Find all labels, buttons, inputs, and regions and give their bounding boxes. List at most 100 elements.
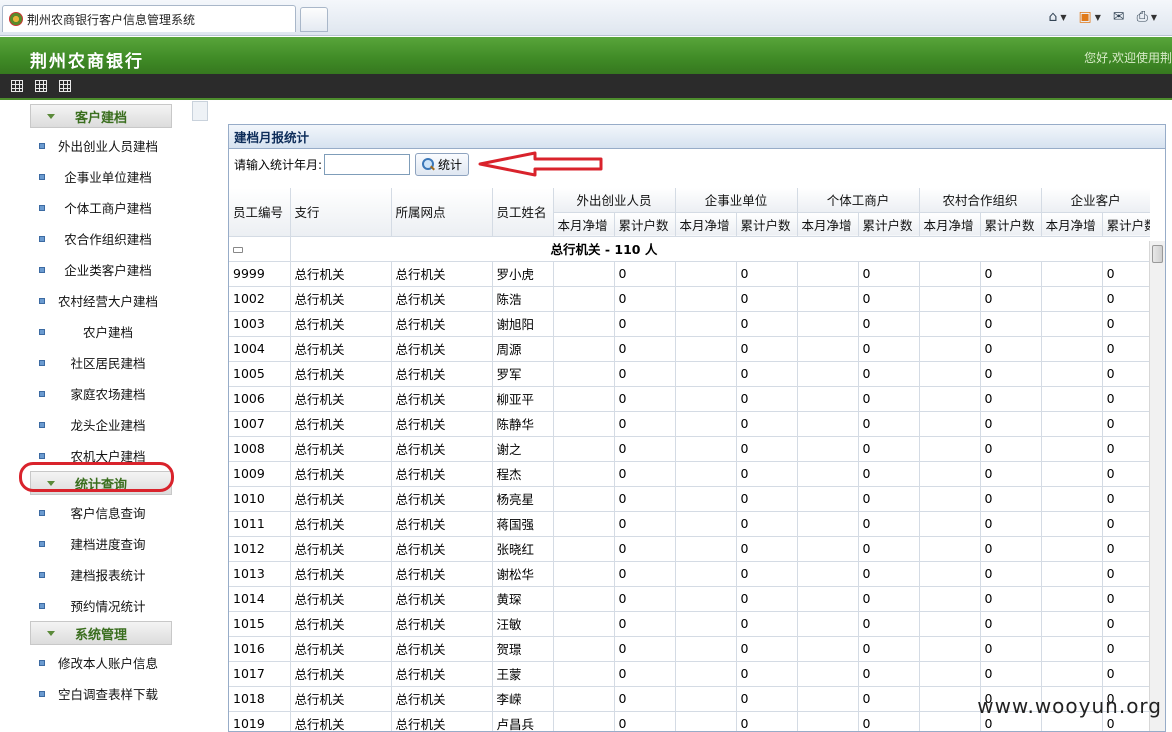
table-cell <box>919 461 981 487</box>
table-cell: 0 <box>1102 336 1150 362</box>
sidebar-menu-item[interactable]: 外出创业人员建档 <box>30 130 172 161</box>
table-cell <box>553 511 615 537</box>
table-row[interactable]: 1010 总行机关 总行机关 杨亮星 0 0 0 0 0 <box>229 486 1150 512</box>
table-cell <box>919 636 981 662</box>
year-month-input[interactable] <box>324 153 411 175</box>
feeds-button[interactable]: ▣ ▼ <box>1076 7 1104 27</box>
table-cell <box>675 561 737 587</box>
col-sub-header[interactable]: 本月净增 <box>919 212 981 237</box>
site-favicon-icon <box>9 12 23 26</box>
mail-button[interactable]: ✉ <box>1110 7 1128 27</box>
table-row[interactable]: 1009 总行机关 总行机关 程杰 0 0 0 0 0 <box>229 461 1150 487</box>
table-row[interactable]: 1012 总行机关 总行机关 张晓红 0 0 0 0 0 <box>229 536 1150 562</box>
col-sub-header[interactable]: 累计户数 <box>736 212 798 237</box>
table-row[interactable]: 1016 总行机关 总行机关 贺璟 0 0 0 0 0 <box>229 636 1150 662</box>
col-header-emp-id[interactable]: 员工编号 <box>229 188 291 237</box>
table-row[interactable]: 9999 总行机关 总行机关 罗小虎 0 0 0 0 0 <box>229 261 1150 287</box>
scrollbar-thumb[interactable] <box>1152 245 1163 263</box>
table-cell <box>1041 311 1103 337</box>
table-cell: 0 <box>736 561 798 587</box>
home-button[interactable]: ⌂ ▼ <box>1045 7 1069 27</box>
table-cell: 谢之 <box>492 436 554 462</box>
table-row[interactable]: 1003 总行机关 总行机关 谢旭阳 0 0 0 0 0 <box>229 311 1150 337</box>
col-sub-header[interactable]: 本月净增 <box>553 212 615 237</box>
sidebar-item-label: 企事业单位建档 <box>64 170 152 185</box>
sidebar-menu-item[interactable]: 企事业单位建档 <box>30 161 172 192</box>
col-sub-header[interactable]: 累计户数 <box>858 212 920 237</box>
table-cell <box>797 536 859 562</box>
table-cell: 总行机关 <box>391 611 493 637</box>
table-cell <box>553 686 615 712</box>
sidebar-menu-item[interactable]: 修改本人账户信息 <box>30 647 172 678</box>
sidebar-menu-item[interactable]: 农村经营大户建档 <box>30 285 172 316</box>
col-sub-header[interactable]: 本月净增 <box>675 212 737 237</box>
col-sub-header[interactable]: 累计户数 <box>1102 212 1150 237</box>
table-cell: 0 <box>980 536 1042 562</box>
table-cell <box>919 561 981 587</box>
col-header-branch[interactable]: 支行 <box>290 188 392 237</box>
sidebar-menu-item[interactable]: 客户信息查询 <box>30 497 172 528</box>
vertical-scrollbar[interactable] <box>1149 241 1165 731</box>
sidebar-menu-item[interactable]: 空白调查表样下载 <box>30 678 172 709</box>
print-button[interactable]: ⎙ ▼ <box>1134 7 1160 27</box>
table-row[interactable]: 1004 总行机关 总行机关 周源 0 0 0 0 0 <box>229 336 1150 362</box>
table-cell <box>797 311 859 337</box>
table-cell <box>1041 511 1103 537</box>
table-cell: 0 <box>980 336 1042 362</box>
browser-tab[interactable]: 荆州农商银行客户信息管理系统 <box>2 5 296 32</box>
table-cell: 陈静华 <box>492 411 554 437</box>
sidebar-menu-item[interactable]: 农户建档 <box>30 316 172 347</box>
table-row[interactable]: 1006 总行机关 总行机关 柳亚平 0 0 0 0 0 <box>229 386 1150 412</box>
table-cell: 0 <box>1102 486 1150 512</box>
sidebar-menu-item[interactable]: 龙头企业建档 <box>30 409 172 440</box>
sidebar-menu-item[interactable]: 农合作组织建档 <box>30 223 172 254</box>
table-cell: 0 <box>1102 611 1150 637</box>
chevron-down-icon: ▼ <box>1150 12 1157 22</box>
sidebar-menu-item[interactable]: 社区居民建档 <box>30 347 172 378</box>
col-sub-header[interactable]: 本月净增 <box>797 212 859 237</box>
sidebar-menu-item[interactable]: 建档报表统计 <box>30 559 172 590</box>
table-row[interactable]: 1015 总行机关 总行机关 汪敏 0 0 0 0 0 <box>229 611 1150 637</box>
table-row[interactable]: 1014 总行机关 总行机关 黄琛 0 0 0 0 0 <box>229 586 1150 612</box>
sidebar-section-header[interactable]: 系统管理 <box>30 621 172 645</box>
new-tab-button[interactable] <box>300 7 328 32</box>
col-header-name[interactable]: 员工姓名 <box>492 188 554 237</box>
table-row[interactable]: 1008 总行机关 总行机关 谢之 0 0 0 0 0 <box>229 436 1150 462</box>
table-cell <box>675 336 737 362</box>
table-cell: 1017 <box>229 661 291 687</box>
stat-button[interactable]: 统计 <box>415 152 470 176</box>
group-row[interactable]: 总行机关 - 110 人 <box>229 236 1150 262</box>
sidebar-menu-item[interactable]: 企业类客户建档 <box>30 254 172 285</box>
sidebar-menu-item[interactable]: 建档进度查询 <box>30 528 172 559</box>
sidebar-section-header[interactable]: 客户建档 <box>30 104 172 128</box>
col-sub-header[interactable]: 本月净增 <box>1041 212 1103 237</box>
sidebar-menu-item[interactable]: 个体工商户建档 <box>30 192 172 223</box>
group-toggle-cell[interactable] <box>229 236 291 262</box>
table-cell: 1002 <box>229 286 291 312</box>
grid-icon[interactable] <box>11 80 23 92</box>
grid-icon[interactable] <box>59 80 71 92</box>
table-cell: 0 <box>1102 586 1150 612</box>
table-cell: 0 <box>614 286 676 312</box>
table-cell <box>1041 411 1103 437</box>
col-header-outlet[interactable]: 所属网点 <box>391 188 493 237</box>
table-cell <box>553 536 615 562</box>
sidebar-menu-item[interactable]: 预约情况统计 <box>30 590 172 621</box>
sidebar-splitter[interactable] <box>192 101 208 121</box>
table-cell: 0 <box>614 511 676 537</box>
table-cell: 0 <box>1102 561 1150 587</box>
table-row[interactable]: 1013 总行机关 总行机关 谢松华 0 0 0 0 0 <box>229 561 1150 587</box>
sidebar-menu-item[interactable]: 家庭农场建档 <box>30 378 172 409</box>
table-cell: 0 <box>980 661 1042 687</box>
table-row[interactable]: 1002 总行机关 总行机关 陈浩 0 0 0 0 0 <box>229 286 1150 312</box>
table-row[interactable]: 1007 总行机关 总行机关 陈静华 0 0 0 0 0 <box>229 411 1150 437</box>
col-sub-header[interactable]: 累计户数 <box>980 212 1042 237</box>
sidebar: 客户建档 外出创业人员建档企事业单位建档个体工商户建档 农合作组织建档 企业类客户建档… <box>0 101 208 732</box>
collapse-icon[interactable] <box>233 247 243 253</box>
table-row[interactable]: 1011 总行机关 总行机关 蒋国强 0 0 0 0 0 <box>229 511 1150 537</box>
table-cell: 总行机关 <box>290 386 392 412</box>
col-sub-header[interactable]: 累计户数 <box>614 212 676 237</box>
table-row[interactable]: 1005 总行机关 总行机关 罗军 0 0 0 0 0 <box>229 361 1150 387</box>
table-row[interactable]: 1017 总行机关 总行机关 王蒙 0 0 0 0 0 <box>229 661 1150 687</box>
grid-icon[interactable] <box>35 80 47 92</box>
